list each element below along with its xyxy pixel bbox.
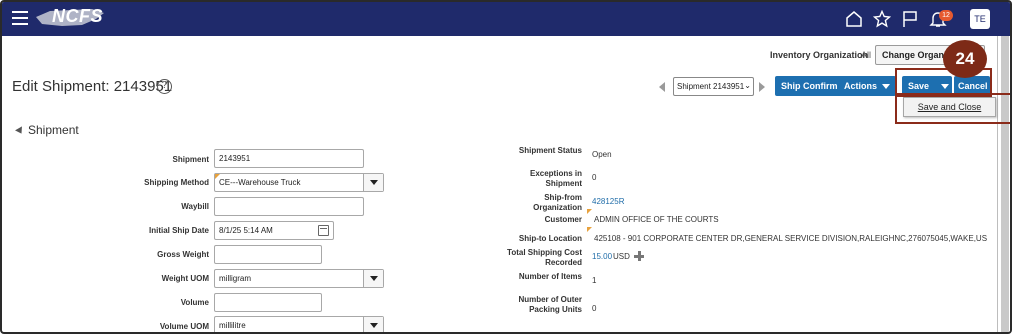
actions-button[interactable]: Actions [838,76,897,96]
avatar[interactable]: TE [970,9,990,29]
required-marker [215,174,220,179]
required-marker [587,227,592,232]
shipping-method-select[interactable]: CE---Warehouse Truck [214,173,384,192]
customer-label: Customer [544,215,582,224]
scrollbar-thumb[interactable] [1001,36,1009,332]
currency-code: USD [613,252,630,261]
shipment-section-header[interactable]: Shipment [15,123,79,137]
ship-from-link[interactable]: 428125R [592,197,624,206]
ship-from-label: Ship-from Organization [533,193,582,212]
shipping-method-label: Shipping Method [144,178,209,187]
exceptions-value: 0 [592,173,597,182]
initial-ship-date-value: 8/1/25 5:14 AM [219,226,273,235]
save-and-close-label: Save and Close [917,102,982,112]
weight-uom-select[interactable]: milligram [214,269,384,288]
shipment-status-label: Shipment Status [518,146,582,155]
volume-label: Volume [180,298,209,307]
next-shipment-icon[interactable] [759,82,765,92]
customer-value: ADMIN OFFICE OF THE COURTS [594,215,719,224]
caret-down-icon [882,84,891,90]
section-title: Shipment [28,123,79,137]
shipment-selector[interactable]: Shipment 2143951 ⌄ [673,77,754,96]
calendar-icon[interactable] [318,225,329,236]
step-callout: 24 [943,40,987,78]
dropdown-arrow-icon[interactable] [363,317,383,332]
notification-badge: 12 [939,10,953,21]
chevron-down-icon: ⌄ [744,81,751,90]
total-cost-label: Total Shipping Cost Recorded [507,248,582,267]
waybill-label: Waybill [181,202,209,211]
outer-packing-units-label: Number of Outer Packing Units [518,295,582,314]
initial-ship-date-label: Initial Ship Date [148,226,209,235]
inventory-org-label: Inventory Organization [770,50,869,60]
volume-uom-value: millilitre [219,321,246,330]
save-and-close-menu-item[interactable]: Save and Close [903,97,996,117]
gross-weight-field[interactable] [214,245,322,264]
logo-text: NCFS [52,6,103,26]
volume-field[interactable] [214,293,322,312]
outer-packing-units-value: 0 [592,304,597,313]
app-frame: NCFS 12 TE Inventory Organization All Ch… [0,0,1012,334]
ship-confirm-label: Ship Confirm [781,81,838,91]
actions-label: Actions [844,81,878,91]
gross-weight-label: Gross Weight [157,250,209,259]
shipment-status-value: Open [592,150,612,159]
previous-shipment-icon[interactable] [659,82,665,92]
vertical-scrollbar[interactable] [997,36,1010,332]
exceptions-label: Exceptions in Shipment [529,169,582,188]
weight-uom-label: Weight UOM [161,274,209,283]
page-title: Edit Shipment: 2143951 [12,78,173,95]
dropdown-arrow-icon[interactable] [363,174,383,191]
volume-uom-label: Volume UOM [159,322,209,331]
ship-confirm-button[interactable]: Ship Confirm [775,76,844,96]
inventory-org-value: All [861,50,872,60]
help-icon[interactable]: ? [157,79,172,94]
global-header: NCFS 12 TE [2,2,1010,36]
total-cost-link[interactable]: 15.00 [592,252,612,261]
collapse-triangle-icon[interactable] [15,126,25,136]
flag-icon[interactable] [901,10,919,28]
number-of-items-value: 1 [592,276,597,285]
home-icon[interactable] [845,10,863,28]
weight-uom-value: milligram [219,274,251,283]
ship-to-label: Ship-to Location [518,234,582,243]
required-marker [587,209,592,214]
ship-to-value: 425108 - 901 CORPORATE CENTER DR,GENERAL… [594,234,988,243]
shipping-method-value: CE---Warehouse Truck [219,178,301,187]
shipment-field[interactable]: 2143951 [214,149,364,168]
initial-ship-date-field[interactable]: 8/1/25 5:14 AM [214,221,334,240]
volume-uom-select[interactable]: millilitre [214,316,384,332]
number-of-items-label: Number of Items [518,272,582,281]
dropdown-arrow-icon[interactable] [363,270,383,287]
star-icon[interactable] [873,10,891,28]
add-cost-icon[interactable] [634,251,644,261]
shipment-label: Shipment [172,155,209,164]
shipment-value: 2143951 [219,154,251,163]
shipment-selector-value: Shipment 2143951 [677,82,745,91]
menu-icon[interactable] [12,11,28,25]
waybill-field[interactable] [214,197,364,216]
